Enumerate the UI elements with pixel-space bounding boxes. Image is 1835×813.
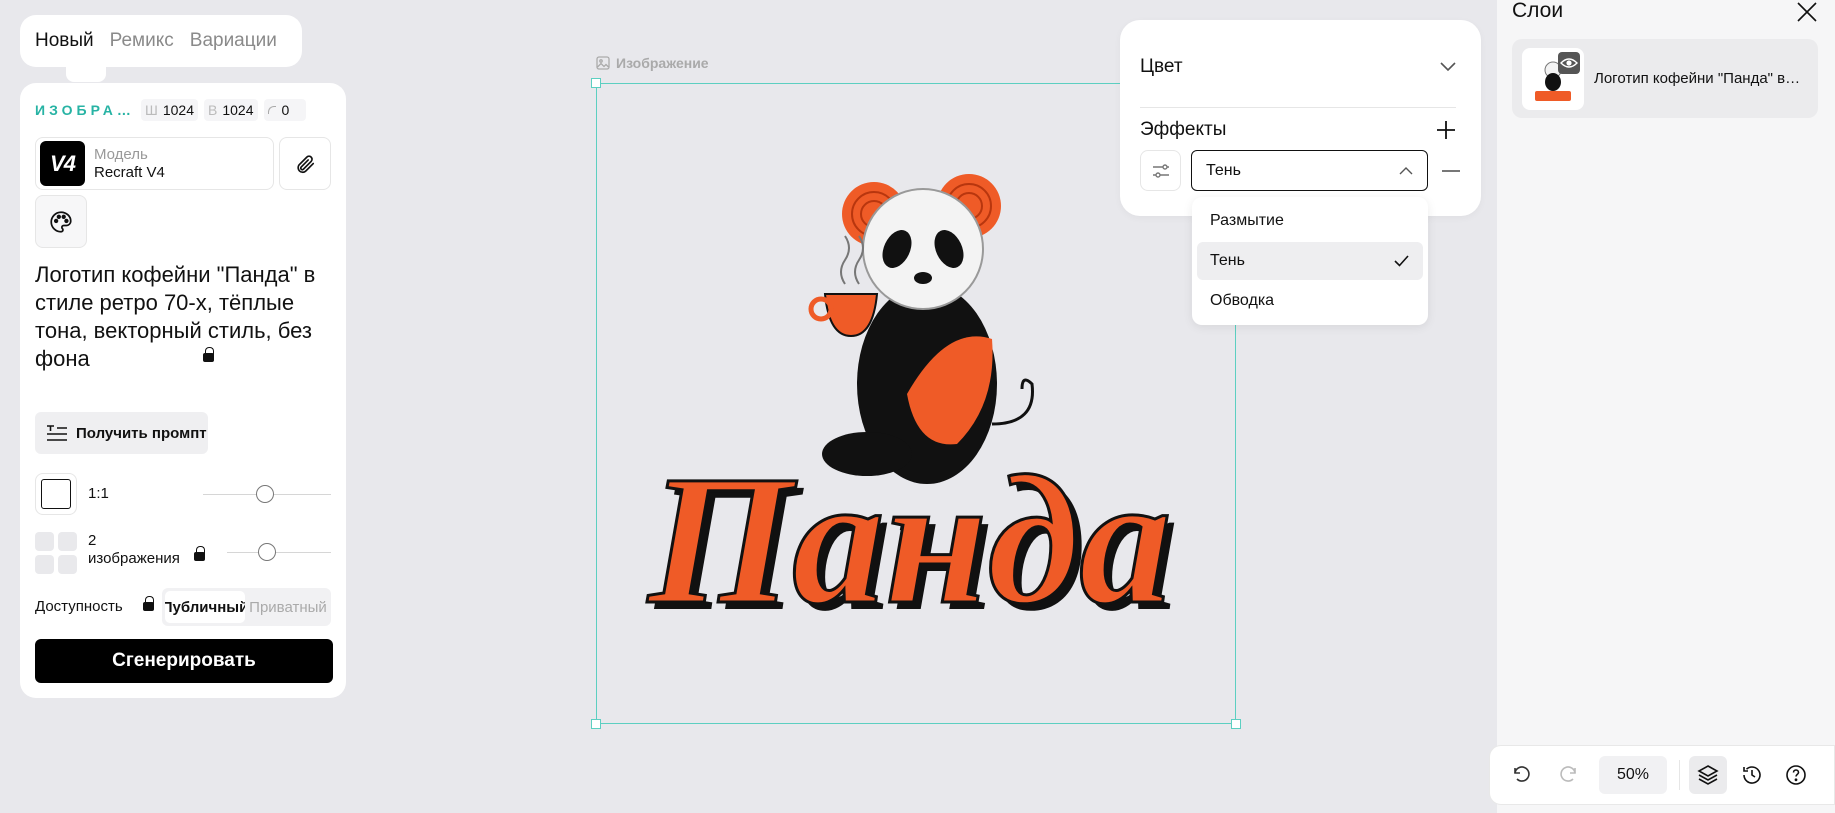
corner-radius-value[interactable]: 0 <box>282 102 290 118</box>
redo-button[interactable] <box>1550 756 1588 794</box>
image-count-label: 2 изображения <box>88 532 180 568</box>
help-icon <box>1786 765 1806 785</box>
undo-button[interactable] <box>1502 756 1540 794</box>
image-count-number: 2 <box>88 532 97 549</box>
close-icon[interactable] <box>1795 0 1819 24</box>
zoom-level[interactable]: 50% <box>1599 756 1667 794</box>
effect-option-shadow[interactable]: Тень <box>1197 242 1423 280</box>
layer-thumbnail <box>1522 47 1584 110</box>
color-section-label: Цвет <box>1140 56 1183 77</box>
frame-label-text: Изображение <box>616 55 709 71</box>
add-effect-icon[interactable] <box>1436 120 1456 140</box>
height-label: В <box>208 102 218 118</box>
layer-name: Логотип кофейни "Панда" в стиле ретро 70… <box>1594 70 1804 87</box>
layers-sidebar: Слои Логотип кофейни "Панда" в стиле рет… <box>1497 0 1835 813</box>
aspect-ratio-slider-knob[interactable] <box>256 485 274 503</box>
chevron-down-icon[interactable] <box>1440 62 1456 72</box>
remove-effect-button[interactable] <box>1442 170 1460 172</box>
get-prompt-button[interactable]: Получить промпт <box>35 412 208 454</box>
tab-variations[interactable]: Вариации <box>190 30 277 52</box>
style-palette-button[interactable] <box>35 195 87 248</box>
effect-type-select[interactable]: Тень <box>1191 150 1428 191</box>
visibility-private[interactable]: Приватный <box>248 591 328 623</box>
image-icon <box>596 56 610 70</box>
help-button[interactable] <box>1777 756 1815 794</box>
mode-tabs: Новый Ремикс Вариации <box>20 15 302 67</box>
generation-panel: ИЗОБРАЖЕНИЕ Ш 1024 В 1024 0 V4 Модель Re… <box>20 83 346 698</box>
lock-icon <box>194 546 205 561</box>
get-prompt-label: Получить промпт <box>76 424 207 442</box>
model-badge: V4 <box>40 141 85 186</box>
logo-text: Панда <box>646 438 1171 643</box>
visibility-public[interactable]: Публичный <box>165 591 245 623</box>
aspect-ratio-button[interactable] <box>35 473 77 515</box>
effect-option-stroke[interactable]: Обводка <box>1197 282 1423 320</box>
effect-option-label: Тень <box>1210 252 1245 269</box>
model-label: Модель <box>94 145 148 163</box>
image-dimensions: ИЗОБРАЖЕНИЕ Ш 1024 В 1024 0 <box>35 99 335 121</box>
frame-label: Изображение <box>596 55 709 71</box>
layers-title: Слои <box>1512 0 1564 22</box>
height-value[interactable]: 1024 <box>222 102 253 118</box>
section-divider <box>1140 107 1456 108</box>
paperclip-icon <box>297 154 315 173</box>
prompt-text[interactable]: Логотип кофейни "Панда" в стиле ретро 70… <box>35 261 335 373</box>
tab-new[interactable]: Новый <box>35 30 94 52</box>
layer-item[interactable]: Логотип кофейни "Панда" в стиле ретро 70… <box>1512 39 1818 118</box>
resize-handle-tl[interactable] <box>591 78 601 88</box>
width-value[interactable]: 1024 <box>163 102 194 118</box>
height-field[interactable]: В 1024 <box>204 99 258 121</box>
visibility-eye-icon[interactable] <box>1558 51 1580 74</box>
visibility-toggle: Публичный Приватный <box>162 588 331 626</box>
layers-icon <box>1697 765 1719 785</box>
image-count-icon <box>35 532 77 574</box>
model-name: Recraft V4 <box>94 163 165 181</box>
resize-handle-br[interactable] <box>1231 719 1241 729</box>
image-count-slider-knob[interactable] <box>258 543 276 561</box>
checkmark-icon <box>1394 255 1409 267</box>
chevron-up-icon <box>1399 167 1413 175</box>
resize-handle-bl[interactable] <box>591 719 601 729</box>
undo-icon <box>1514 766 1530 782</box>
aspect-ratio-label: 1:1 <box>88 485 109 502</box>
generate-button[interactable]: Сгенерировать <box>35 639 333 683</box>
effect-option-label: Обводка <box>1210 292 1275 309</box>
effect-type-dropdown: Размытие Тень Обводка <box>1192 197 1428 325</box>
text-lines-icon <box>47 425 67 441</box>
image-count-unit: изображения <box>88 550 180 567</box>
visibility-label: Доступность <box>35 598 123 615</box>
effects-section-label: Эффекты <box>1140 119 1227 140</box>
effect-type-value: Тень <box>1206 161 1241 179</box>
width-field[interactable]: Ш 1024 <box>141 99 198 121</box>
model-selector[interactable]: V4 Модель Recraft V4 <box>35 137 274 190</box>
effects-section: Эффекты <box>1140 119 1456 141</box>
image-count-slider[interactable] <box>227 552 331 553</box>
width-label: Ш <box>145 102 158 118</box>
bottom-toolbar: 50% <box>1489 745 1835 805</box>
layers-button[interactable] <box>1689 756 1727 794</box>
model-text: Модель Recraft V4 <box>94 146 165 182</box>
color-section[interactable]: Цвет <box>1140 56 1456 78</box>
effect-option-label: Размытие <box>1210 212 1284 229</box>
image-type-label[interactable]: ИЗОБРАЖЕНИЕ <box>35 102 135 118</box>
corner-radius-field[interactable]: 0 <box>263 99 306 121</box>
toolbar-divider <box>1679 760 1680 790</box>
tab-connector <box>66 66 106 82</box>
redo-icon <box>1560 766 1576 782</box>
effect-settings-button[interactable] <box>1140 150 1181 191</box>
properties-panel: Цвет Эффекты Тень <box>1120 20 1481 216</box>
history-icon <box>1743 766 1761 784</box>
square-ratio-icon <box>41 479 71 509</box>
history-button[interactable] <box>1733 756 1771 794</box>
lock-icon <box>203 347 214 362</box>
palette-icon <box>50 210 72 233</box>
effect-option-blur[interactable]: Размытие <box>1197 202 1423 240</box>
sliders-icon <box>1152 163 1169 178</box>
lock-icon <box>143 596 154 611</box>
corner-radius-icon <box>267 106 276 114</box>
attach-button[interactable] <box>279 137 331 190</box>
tab-remix[interactable]: Ремикс <box>110 30 174 52</box>
